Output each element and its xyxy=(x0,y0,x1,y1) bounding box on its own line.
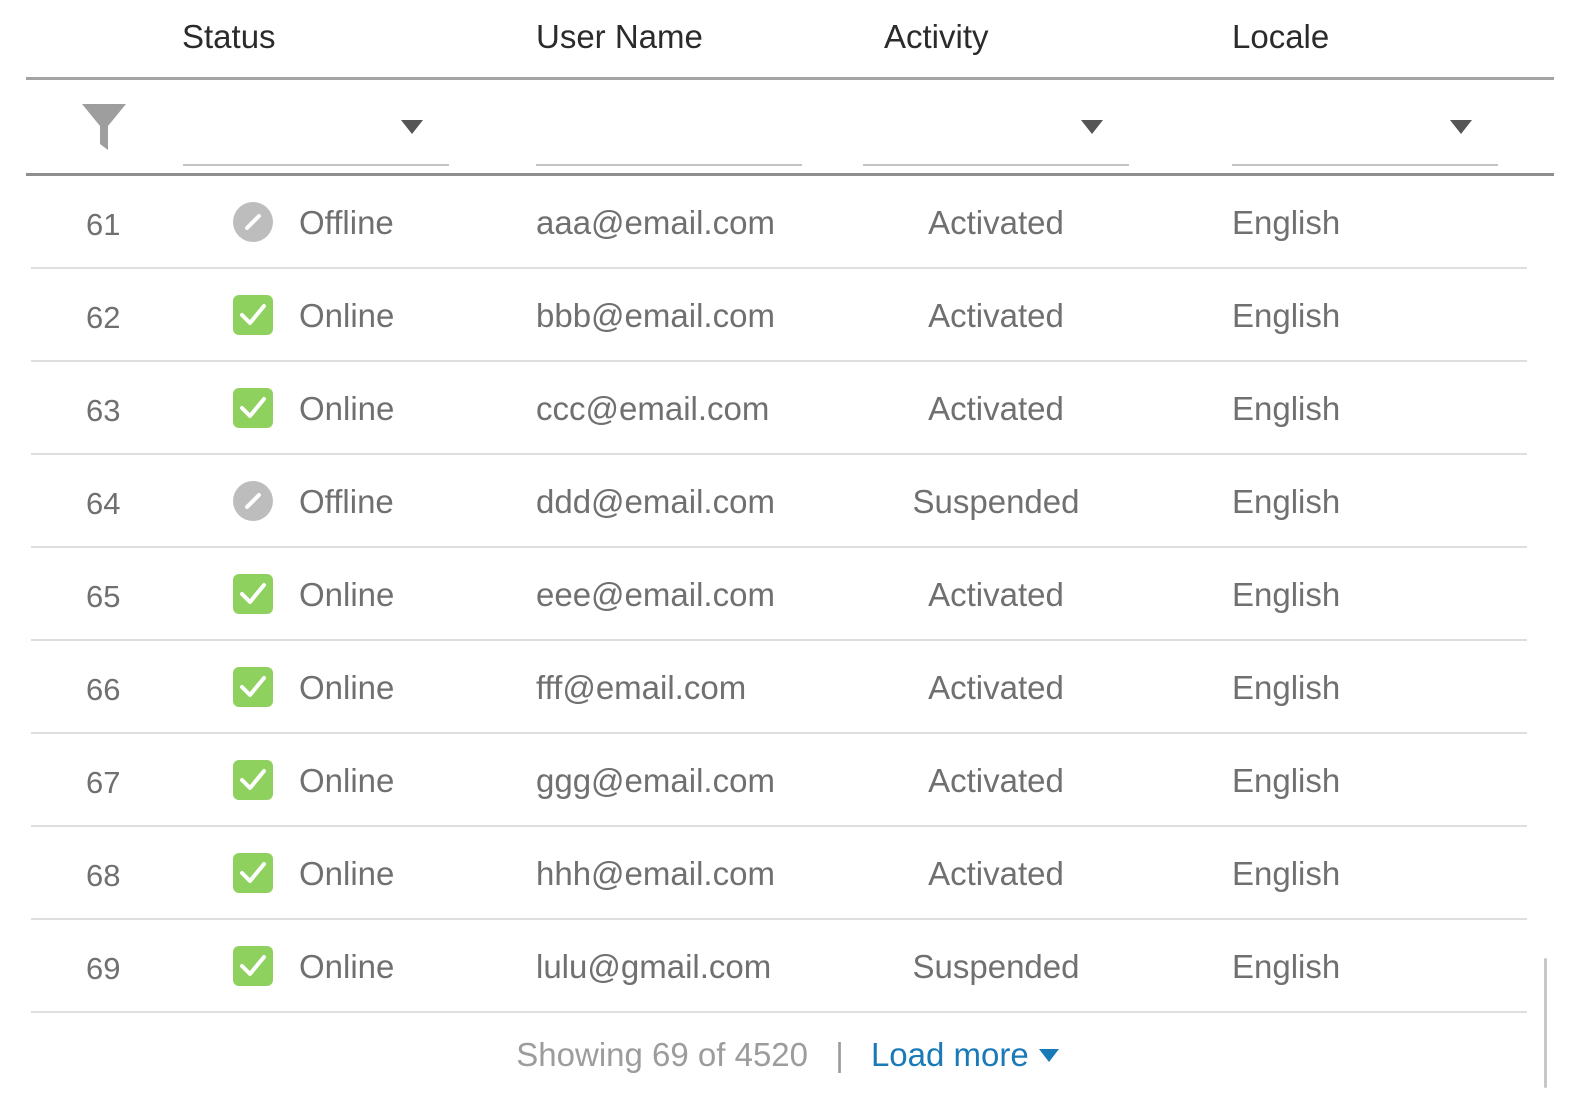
user-name: aaa@email.com xyxy=(536,204,775,241)
user-name: lulu@gmail.com xyxy=(536,948,772,985)
online-check-icon xyxy=(233,853,273,893)
online-check-icon xyxy=(233,295,273,335)
grid-body: 61 Offline aaa@email.com Activated English 62… xyxy=(31,176,1527,1013)
filter-row xyxy=(26,80,1554,176)
activity: Activated xyxy=(928,390,1064,427)
activity: Suspended xyxy=(912,948,1080,985)
status-text: Online xyxy=(299,297,395,334)
activity: Activated xyxy=(928,297,1064,334)
activity: Activated xyxy=(928,669,1064,706)
user-name: fff@email.com xyxy=(536,669,747,706)
status-text: Offline xyxy=(299,204,394,241)
chevron-down-icon xyxy=(401,120,423,134)
table-row[interactable]: 67 Online ggg@email.com Activated English xyxy=(31,734,1527,827)
grid-footer: Showing 69 of 4520 | Load more xyxy=(0,1036,1575,1074)
activity-filter-dropdown[interactable] xyxy=(863,80,1129,166)
row-number: 64 xyxy=(86,486,121,521)
chevron-down-icon xyxy=(1038,1048,1059,1062)
locale: English xyxy=(1232,948,1341,985)
activity: Activated xyxy=(928,762,1064,799)
row-number: 62 xyxy=(86,300,121,335)
online-check-icon xyxy=(233,667,273,707)
online-check-icon xyxy=(233,574,273,614)
column-header-user-name[interactable]: User Name xyxy=(536,18,703,56)
activity: Suspended xyxy=(912,483,1080,520)
table-row[interactable]: 62 Online bbb@email.com Activated English xyxy=(31,269,1527,362)
locale: English xyxy=(1232,204,1341,241)
status-text: Online xyxy=(299,390,395,427)
user-name: ccc@email.com xyxy=(536,390,770,427)
activity: Activated xyxy=(928,855,1064,892)
user-name: eee@email.com xyxy=(536,576,775,613)
locale: English xyxy=(1232,483,1341,520)
user-grid: Status User Name Activity Locale 61 Offli… xyxy=(0,0,1575,1100)
user-name: ggg@email.com xyxy=(536,762,775,799)
online-check-icon xyxy=(233,760,273,800)
offline-icon xyxy=(233,481,273,521)
locale: English xyxy=(1232,855,1341,892)
locale: English xyxy=(1232,762,1341,799)
status-text: Online xyxy=(299,855,395,892)
row-number: 66 xyxy=(86,672,121,707)
locale-filter-dropdown[interactable] xyxy=(1232,80,1498,166)
column-header-status[interactable]: Status xyxy=(182,18,276,56)
showing-count: Showing 69 of 4520 xyxy=(516,1036,809,1073)
column-header-locale[interactable]: Locale xyxy=(1232,18,1329,56)
table-row[interactable]: 61 Offline aaa@email.com Activated English xyxy=(31,176,1527,269)
table-row[interactable]: 68 Online hhh@email.com Activated English xyxy=(31,827,1527,920)
row-number: 69 xyxy=(86,951,121,986)
load-more-button[interactable]: Load more xyxy=(871,1036,1059,1073)
filter-funnel-icon[interactable] xyxy=(82,104,126,150)
user-name: ddd@email.com xyxy=(536,483,775,520)
online-check-icon xyxy=(233,388,273,428)
locale: English xyxy=(1232,576,1341,613)
grid-header: Status User Name Activity Locale xyxy=(26,0,1554,80)
status-filter-dropdown[interactable] xyxy=(183,80,449,166)
row-number: 63 xyxy=(86,393,121,428)
status-text: Offline xyxy=(299,483,394,520)
table-row[interactable]: 65 Online eee@email.com Activated English xyxy=(31,548,1527,641)
offline-icon xyxy=(233,202,273,242)
locale: English xyxy=(1232,669,1341,706)
status-text: Online xyxy=(299,576,395,613)
chevron-down-icon xyxy=(1450,120,1472,134)
locale: English xyxy=(1232,390,1341,427)
row-number: 68 xyxy=(86,858,121,893)
chevron-down-icon xyxy=(1081,120,1103,134)
status-text: Online xyxy=(299,762,395,799)
user-name: hhh@email.com xyxy=(536,855,775,892)
status-text: Online xyxy=(299,669,395,706)
row-number: 61 xyxy=(86,207,121,242)
status-text: Online xyxy=(299,948,395,985)
user-name: bbb@email.com xyxy=(536,297,775,334)
table-row[interactable]: 64 Offline ddd@email.com Suspended English xyxy=(31,455,1527,548)
online-check-icon xyxy=(233,946,273,986)
activity: Activated xyxy=(928,576,1064,613)
load-more-label: Load more xyxy=(870,1036,1029,1073)
user-name-filter-input[interactable] xyxy=(536,80,802,166)
scrollbar[interactable] xyxy=(1544,958,1547,1088)
table-row[interactable]: 66 Online fff@email.com Activated English xyxy=(31,641,1527,734)
activity: Activated xyxy=(928,204,1064,241)
column-header-activity[interactable]: Activity xyxy=(884,18,989,56)
row-number: 67 xyxy=(86,765,121,800)
locale: English xyxy=(1232,297,1341,334)
table-row[interactable]: 63 Online ccc@email.com Activated English xyxy=(31,362,1527,455)
table-row[interactable]: 69 Online lulu@gmail.com Suspended English xyxy=(31,920,1527,1013)
row-number: 65 xyxy=(86,579,121,614)
footer-separator: | xyxy=(835,1036,844,1073)
